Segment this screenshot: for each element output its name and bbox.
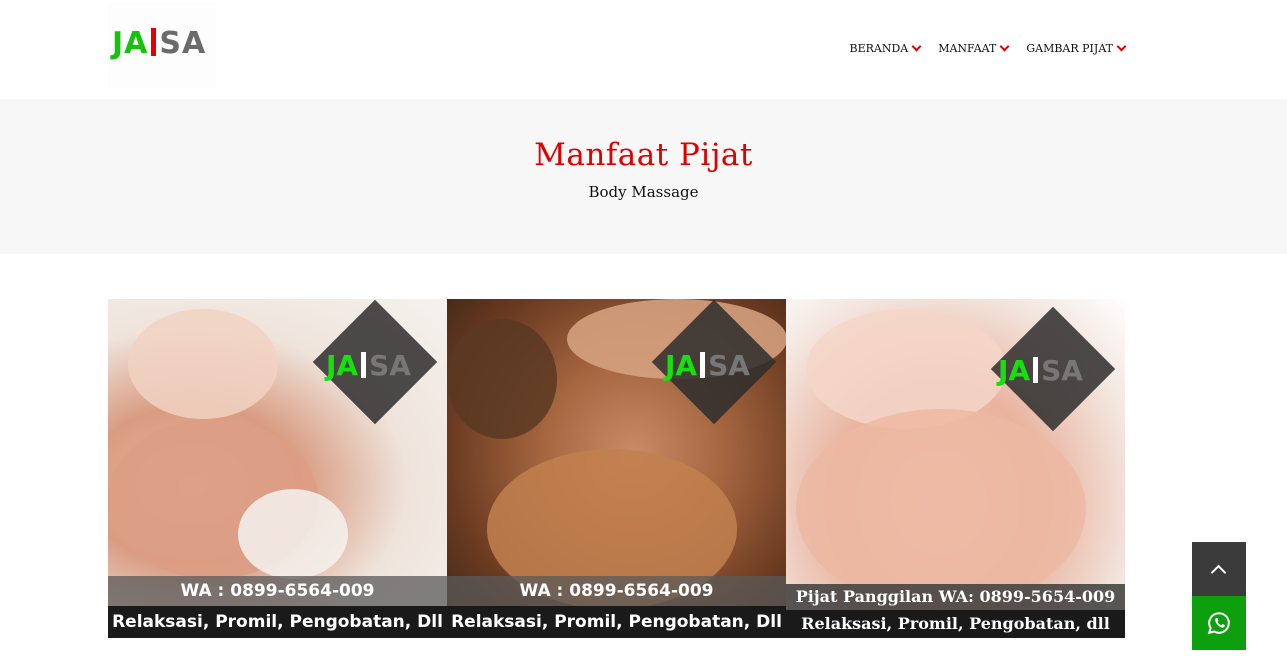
photo-herbal-balls [238, 489, 348, 579]
page-subtitle: Body Massage [588, 183, 699, 201]
watermark-text-gray: SA [369, 349, 411, 382]
photo-hands [128, 309, 278, 419]
chevron-up-icon [1210, 564, 1227, 581]
photo-back [796, 409, 1086, 609]
whatsapp-icon [1207, 612, 1230, 635]
site-header: JA SA BERANDA MANFAAT GAMBAR PIJAT [0, 0, 1287, 99]
caption-bottom: Relaksasi, Promil, Pengobatan, dll [786, 610, 1125, 638]
watermark-bar [361, 352, 367, 378]
nav-item-label: BERANDA [849, 42, 909, 55]
site-logo: JA SA [112, 26, 206, 61]
watermark-logo: JA SA [326, 349, 411, 382]
nav-item-label: GAMBAR PIJAT [1026, 42, 1113, 55]
chevron-down-icon [911, 41, 922, 52]
page-title: Manfaat Pijat [534, 137, 753, 173]
watermark-logo: JA SA [998, 354, 1083, 387]
watermark-bar [700, 352, 706, 378]
nav-item-label: MANFAAT [938, 42, 997, 55]
nav-item-beranda[interactable]: BERANDA [849, 41, 922, 55]
caption-top: Pijat Panggilan WA: 0899-5654-009 [786, 584, 1125, 610]
photo-head [447, 319, 557, 439]
main-nav: BERANDA MANFAAT GAMBAR PIJAT [831, 41, 1127, 55]
watermark-text-gray: SA [708, 349, 750, 382]
whatsapp-button[interactable] [1192, 596, 1246, 650]
watermark-text-green: JA [326, 349, 359, 382]
logo-link[interactable]: JA SA [108, 2, 216, 88]
watermark-text-gray: SA [1041, 354, 1083, 387]
chevron-down-icon [999, 41, 1010, 52]
watermark-text-green: JA [665, 349, 698, 382]
logo-text-gray: SA [159, 26, 207, 61]
logo-text-green: JA [112, 26, 149, 61]
watermark-text-green: JA [998, 354, 1031, 387]
watermark-bar [1033, 357, 1039, 383]
gallery-image[interactable]: JA SA WA : 0899-6564-009 Relaksasi, Promi… [108, 299, 447, 638]
nav-item-manfaat[interactable]: MANFAAT [938, 41, 1010, 55]
caption-top: WA : 0899-6564-009 [447, 576, 786, 606]
nav-item-gambar-pijat[interactable]: GAMBAR PIJAT [1026, 41, 1127, 55]
page-banner: Manfaat Pijat Body Massage [0, 99, 1287, 254]
logo-bar [151, 28, 157, 56]
gallery-image[interactable]: JA SA Pijat Panggilan WA: 0899-5654-009 R… [786, 299, 1125, 638]
watermark-logo: JA SA [665, 349, 750, 382]
caption-bottom: Relaksasi, Promil, Pengobatan, Dll [447, 606, 786, 638]
caption-top: WA : 0899-6564-009 [108, 576, 447, 606]
back-to-top-button[interactable] [1192, 542, 1246, 596]
gallery-image[interactable]: JA SA WA : 0899-6564-009 Relaksasi, Promi… [447, 299, 786, 638]
caption-bottom: Relaksasi, Promil, Pengobatan, Dll [108, 606, 447, 638]
image-gallery: JA SA WA : 0899-6564-009 Relaksasi, Promi… [108, 299, 1125, 638]
chevron-down-icon [1116, 41, 1127, 52]
